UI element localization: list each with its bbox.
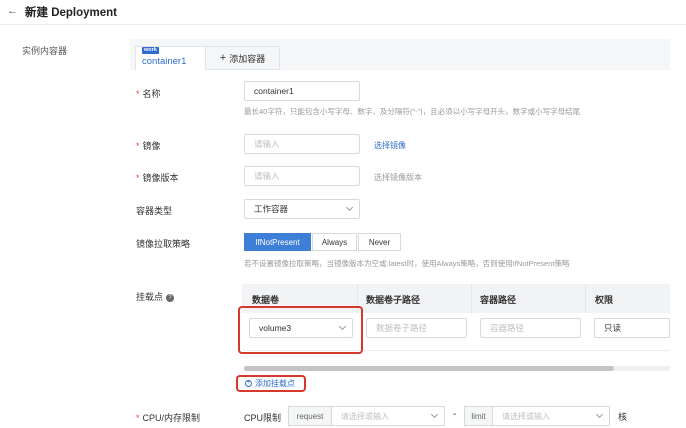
image-label: * 镜像 — [136, 141, 161, 151]
limit-addon: limit — [465, 407, 493, 425]
subpath-input[interactable]: 数据卷子路径 — [366, 318, 467, 338]
request-addon: request — [289, 407, 332, 425]
pull-policy-hint: 若不设置镜像拉取策略，当镜像版本为空或:latest时，使用Always策略，否… — [244, 259, 570, 268]
required-mark: * — [136, 173, 140, 183]
name-input[interactable]: container1 — [244, 81, 360, 101]
name-hint: 最长40字符，只能包含小写字母、数字、及分隔符("-")，且必须以小写字母开头，… — [244, 107, 581, 116]
column-divider — [357, 284, 358, 313]
add-container-tab[interactable]: + 添加容器 — [206, 46, 280, 70]
page-title: 新建 Deployment — [25, 7, 118, 19]
tab-label: container1 — [142, 56, 187, 67]
scrollbar-thumb[interactable] — [244, 366, 614, 371]
question-icon[interactable]: ? — [166, 293, 175, 302]
add-mount-label: 添加挂载点 — [255, 379, 295, 388]
section-label: 实例内容器 — [22, 46, 68, 56]
required-mark: * — [136, 141, 140, 151]
column-divider — [585, 284, 586, 313]
table-scrollbar[interactable] — [244, 366, 670, 371]
arrow-left-icon[interactable]: ← — [7, 5, 18, 17]
image-version-input[interactable]: 请输入 — [244, 166, 360, 186]
mount-label: 挂载点? — [136, 290, 175, 303]
cpu-request-field[interactable]: request 请选择或输入 — [288, 406, 445, 426]
cpu-unit: 核 — [618, 412, 628, 422]
required-mark: * — [136, 413, 140, 423]
select-image-link[interactable]: 选择镜像 — [374, 140, 406, 151]
chevron-down-icon — [430, 410, 439, 419]
pull-policy-never[interactable]: Never — [358, 233, 401, 251]
pull-policy-label: 镜像拉取策略 — [136, 239, 191, 249]
select-image-version-link[interactable]: 选择镜像版本 — [374, 172, 422, 183]
cpu-mem-label: * CPU/内存限制 — [136, 413, 201, 423]
cpu-request-input[interactable]: 请选择或输入 — [332, 407, 444, 425]
cpu-limit-input[interactable]: 请选择或输入 — [493, 407, 609, 425]
column-header-permission: 权限 — [595, 295, 614, 305]
column-header-container-path: 容器路径 — [480, 295, 517, 305]
image-input[interactable]: 请输入 — [244, 134, 360, 154]
chevron-down-icon — [345, 203, 354, 212]
column-divider — [471, 284, 472, 313]
range-separator: - — [453, 409, 457, 420]
pull-policy-ifnotpresent[interactable]: IfNotPresent — [244, 233, 311, 251]
image-version-label: * 镜像版本 — [136, 173, 179, 183]
add-container-label: 添加容器 — [229, 53, 266, 64]
plus-icon: + — [219, 51, 227, 64]
cpu-limit-label: CPU限制 — [244, 413, 282, 423]
container-path-input[interactable]: 容器路径 — [480, 318, 581, 338]
mount-table-header: 数据卷 数据卷子路径 容器路径 权限 — [242, 284, 670, 313]
pull-policy-always[interactable]: Always — [312, 233, 357, 251]
work-badge: work — [142, 47, 159, 54]
container-type-select[interactable]: 工作容器 — [244, 199, 360, 219]
container-type-label: 容器类型 — [136, 206, 173, 216]
column-header-subpath: 数据卷子路径 — [366, 295, 421, 305]
chevron-down-icon — [595, 410, 604, 419]
cpu-limit-field[interactable]: limit 请选择或输入 — [464, 406, 610, 426]
column-header-volume: 数据卷 — [252, 295, 280, 305]
required-mark: * — [136, 89, 140, 99]
chevron-down-icon — [338, 322, 347, 331]
add-mount-button[interactable]: + 添加挂载点 — [245, 378, 295, 389]
permission-select[interactable]: 只读 — [594, 318, 670, 338]
plus-circle-icon: + — [245, 380, 252, 387]
name-label: * 名称 — [136, 89, 161, 99]
tab-container1[interactable]: work container1 — [135, 46, 206, 70]
volume-select[interactable]: volume3 — [249, 318, 353, 338]
page-header: ← 新建 Deployment — [0, 0, 686, 25]
